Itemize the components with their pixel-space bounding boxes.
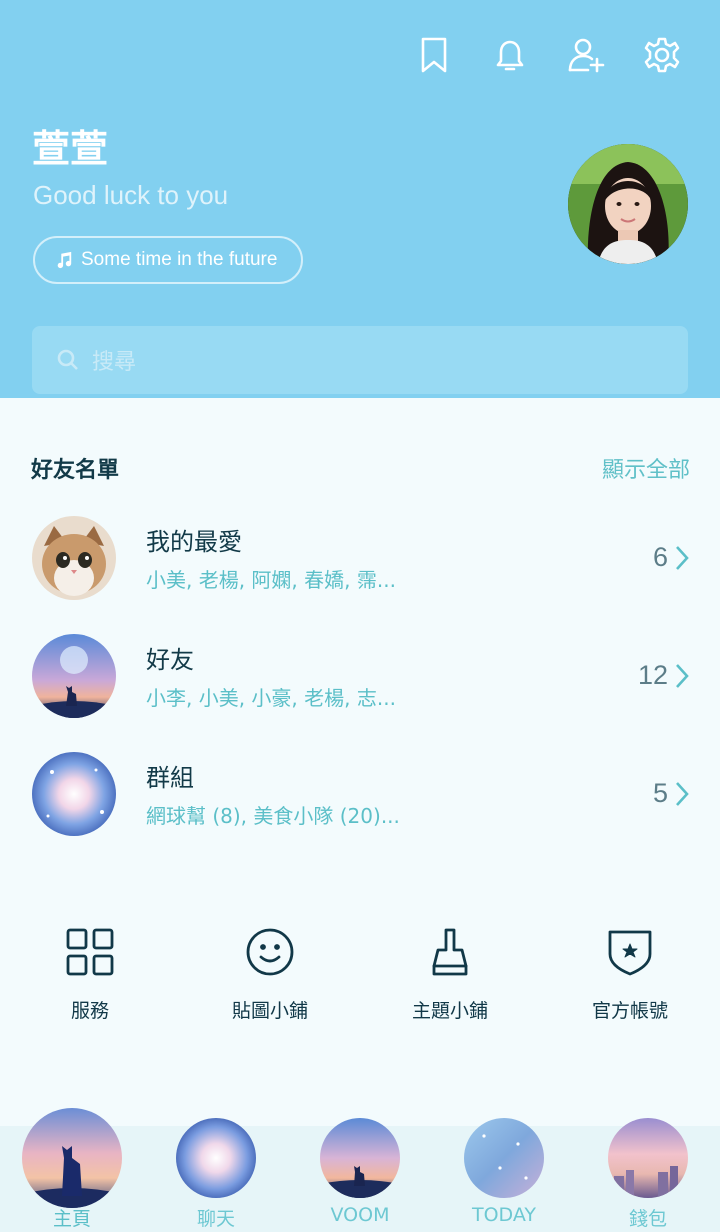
- firework-image: [32, 752, 116, 836]
- nav-tab-voom[interactable]: VOOM: [288, 1118, 432, 1226]
- profile-music-pill[interactable]: Some time in the future: [33, 236, 304, 284]
- night-sky-cat-image: [32, 634, 116, 718]
- add-friend-icon: [568, 38, 605, 73]
- header-toolbar: [386, 30, 690, 80]
- nav-tab-chats[interactable]: 聊天: [144, 1118, 288, 1230]
- profile-music-label: Some time in the future: [81, 249, 278, 270]
- settings-button[interactable]: [634, 30, 690, 80]
- nav-tab-wallet[interactable]: 錢包: [576, 1118, 720, 1230]
- chevron-right-icon: [674, 544, 690, 572]
- home-tab-image: [22, 1108, 122, 1208]
- search-placeholder: 搜尋: [92, 350, 137, 375]
- list-item-title: 群組: [146, 764, 194, 792]
- nav-label: VOOM: [330, 1204, 390, 1226]
- search-bar[interactable]: 搜尋: [32, 326, 688, 394]
- sticker-shop-button[interactable]: 貼圖小鋪: [180, 926, 360, 1036]
- bookmark-button[interactable]: [406, 30, 462, 80]
- nav-tab-home[interactable]: 主頁: [0, 1108, 144, 1230]
- list-item-subtitle: 小美, 老楊, 阿嫻, 春嬌, 霈...: [146, 568, 396, 592]
- bookmark-icon: [421, 37, 447, 73]
- official-accounts-button[interactable]: 官方帳號: [540, 926, 720, 1036]
- shield-star-icon: [608, 930, 652, 976]
- list-item-subtitle: 網球幫 (8), 美食小隊 (20)...: [146, 804, 400, 828]
- favorites-avatar: [32, 516, 116, 600]
- list-item-title: 好友: [146, 646, 194, 674]
- theme-shop-button[interactable]: 主題小鋪: [360, 926, 540, 1036]
- cat-photo: [32, 516, 116, 600]
- nav-label: 主頁: [52, 1208, 91, 1230]
- quick-action-label: 主題小鋪: [411, 1000, 488, 1022]
- services-button[interactable]: 服務: [0, 926, 180, 1036]
- chevron-right-icon: [674, 662, 690, 690]
- profile-avatar[interactable]: [568, 144, 688, 264]
- profile-status-message[interactable]: Good luck to you: [33, 180, 228, 211]
- smiley-icon: [246, 928, 294, 976]
- avatar-photo: [568, 144, 688, 264]
- list-item-count: 5: [652, 778, 668, 808]
- today-tab-image: [464, 1118, 544, 1198]
- notifications-button[interactable]: [482, 30, 538, 80]
- quick-action-label: 貼圖小鋪: [231, 1000, 308, 1022]
- search-icon: [57, 349, 78, 370]
- list-item-count: 6: [652, 542, 668, 572]
- list-item-groups[interactable]: 群組 網球幫 (8), 美食小隊 (20)... 5: [0, 742, 720, 852]
- groups-avatar: [32, 752, 116, 836]
- list-item-count: 12: [637, 660, 668, 690]
- music-note-icon: [57, 251, 72, 269]
- profile-header: 萱萱 Good luck to you Some time in the fut…: [0, 0, 720, 398]
- nav-tab-today[interactable]: TODAY: [432, 1118, 576, 1226]
- quick-action-label: 服務: [70, 1000, 109, 1022]
- brush-icon: [432, 928, 468, 976]
- profile-name[interactable]: 萱萱: [32, 118, 108, 173]
- chevron-right-icon: [674, 780, 690, 808]
- nav-label: 錢包: [628, 1208, 667, 1230]
- list-item-friends[interactable]: 好友 小李, 小美, 小豪, 老楊, 志... 12: [0, 624, 720, 734]
- list-item-subtitle: 小李, 小美, 小豪, 老楊, 志...: [146, 686, 396, 710]
- list-item-favorites[interactable]: 我的最愛 小美, 老楊, 阿嫻, 春嬌, 霈... 6: [0, 506, 720, 616]
- voom-tab-image: [320, 1118, 400, 1198]
- bottom-navigation: 主頁 聊天 VOOM TODAY 錢包: [0, 1108, 720, 1232]
- friends-section-title: 好友名單: [31, 458, 120, 483]
- list-item-title: 我的最愛: [146, 528, 242, 556]
- show-all-link[interactable]: 顯示全部: [602, 452, 690, 484]
- settings-icon: [644, 37, 680, 73]
- quick-action-label: 官方帳號: [591, 1000, 668, 1022]
- nav-label: TODAY: [472, 1204, 536, 1226]
- wallet-tab-image: [608, 1118, 688, 1198]
- add-friend-button[interactable]: [558, 30, 614, 80]
- nav-label: 聊天: [196, 1208, 235, 1230]
- chats-tab-image: [176, 1118, 256, 1198]
- bell-icon: [496, 40, 524, 71]
- friends-avatar: [32, 634, 116, 718]
- grid-icon: [66, 928, 114, 976]
